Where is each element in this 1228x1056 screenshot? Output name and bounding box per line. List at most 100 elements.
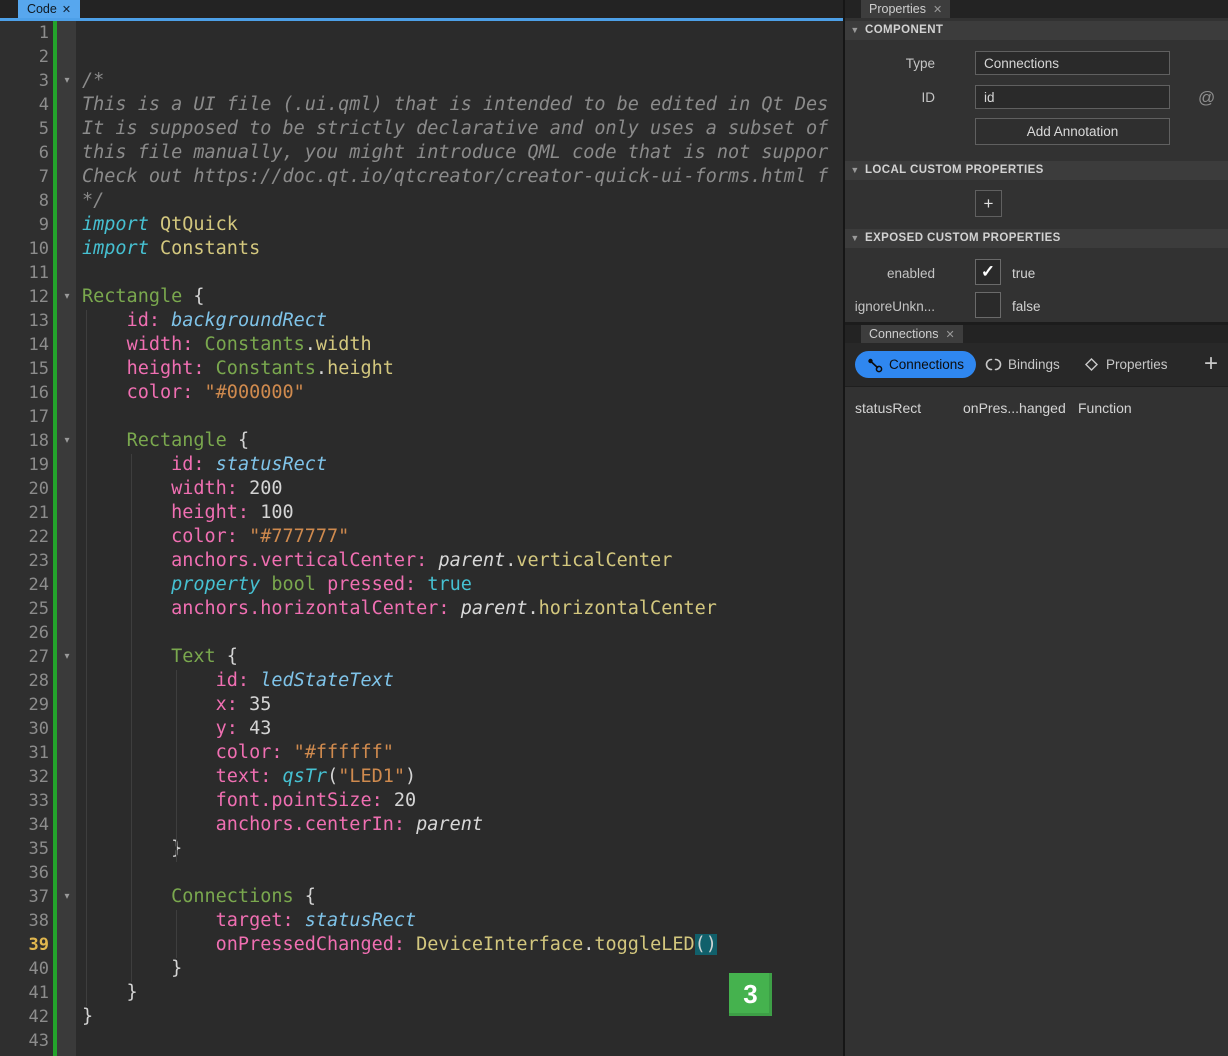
code-line[interactable]: id: statusRect — [76, 453, 843, 477]
line-number[interactable]: 4 — [3, 93, 49, 117]
line-number[interactable]: 23 — [3, 549, 49, 573]
code-line[interactable]: id: ledStateText — [76, 669, 843, 693]
fold-marker-icon[interactable]: ▾ — [60, 645, 74, 669]
line-number[interactable]: 32 — [3, 765, 49, 789]
line-number[interactable]: 37 — [3, 885, 49, 909]
code-line[interactable]: import Constants — [76, 237, 843, 261]
tab-code[interactable]: Code ✕ — [18, 0, 80, 18]
line-number[interactable]: 22 — [3, 525, 49, 549]
line-number[interactable]: 31 — [3, 741, 49, 765]
code-line[interactable]: Text { — [76, 645, 843, 669]
line-number[interactable]: 14 — [3, 333, 49, 357]
tab-properties[interactable]: Properties ✕ — [861, 0, 950, 18]
section-exposed-custom-properties[interactable]: ▼EXPOSED CUSTOM PROPERTIES — [845, 229, 1228, 248]
line-number[interactable]: 2 — [3, 45, 49, 69]
line-number[interactable]: 16 — [3, 381, 49, 405]
code-line[interactable]: color: "#777777" — [76, 525, 843, 549]
line-number[interactable]: 38 — [3, 909, 49, 933]
line-number[interactable]: 41 — [3, 981, 49, 1005]
line-number[interactable]: 1 — [3, 21, 49, 45]
line-number[interactable]: 39 — [3, 933, 49, 957]
code-line[interactable]: color: "#ffffff" — [76, 741, 843, 765]
code-line[interactable]: font.pointSize: 20 — [76, 789, 843, 813]
line-number[interactable]: 3 — [3, 69, 49, 93]
line-number[interactable]: 11 — [3, 261, 49, 285]
code-line[interactable] — [76, 21, 843, 45]
type-input[interactable]: Connections — [975, 51, 1170, 75]
code-line[interactable]: Check out https://doc.qt.io/qtcreator/cr… — [76, 165, 843, 189]
code-line[interactable] — [76, 1029, 843, 1053]
close-icon[interactable]: ✕ — [62, 3, 71, 16]
add-local-property-button[interactable]: + — [975, 190, 1002, 217]
code-line[interactable] — [76, 45, 843, 69]
code-line[interactable] — [76, 861, 843, 885]
line-number[interactable]: 30 — [3, 717, 49, 741]
code-line[interactable]: anchors.horizontalCenter: parent.horizon… — [76, 597, 843, 621]
toolbar-tab-bindings[interactable]: Bindings — [973, 351, 1072, 378]
connection-row[interactable]: statusRectonPres...hangedFunction — [845, 394, 1228, 422]
close-icon[interactable]: ✕ — [933, 3, 942, 16]
fold-marker-icon[interactable]: ▾ — [60, 285, 74, 309]
fold-marker-icon[interactable]: ▾ — [60, 429, 74, 453]
line-number[interactable]: 18 — [3, 429, 49, 453]
annotation-at-icon[interactable]: @ — [1198, 88, 1215, 108]
line-number[interactable]: 43 — [3, 1029, 49, 1053]
toolbar-tab-connections[interactable]: Connections — [855, 351, 976, 378]
code-line[interactable] — [76, 621, 843, 645]
code-line[interactable]: } — [76, 981, 843, 1005]
line-number[interactable]: 17 — [3, 405, 49, 429]
line-number[interactable]: 26 — [3, 621, 49, 645]
code-line[interactable]: id: backgroundRect — [76, 309, 843, 333]
code-line[interactable]: this file manually, you might introduce … — [76, 141, 843, 165]
line-number[interactable]: 28 — [3, 669, 49, 693]
code-line[interactable]: anchors.centerIn: parent — [76, 813, 843, 837]
line-number[interactable]: 8 — [3, 189, 49, 213]
line-number[interactable]: 12 — [3, 285, 49, 309]
line-number[interactable]: 34 — [3, 813, 49, 837]
enabled-checkbox[interactable]: ✓ — [975, 259, 1001, 285]
code-line[interactable]: x: 35 — [76, 693, 843, 717]
line-number[interactable]: 29 — [3, 693, 49, 717]
code-line[interactable]: width: 200 — [76, 477, 843, 501]
line-number[interactable]: 15 — [3, 357, 49, 381]
code-line[interactable]: } — [76, 957, 843, 981]
code-line[interactable]: */ — [76, 189, 843, 213]
fold-marker-icon[interactable]: ▾ — [60, 69, 74, 93]
line-number[interactable]: 6 — [3, 141, 49, 165]
line-number[interactable]: 10 — [3, 237, 49, 261]
add-connection-button[interactable]: + — [1197, 350, 1225, 378]
line-number[interactable]: 40 — [3, 957, 49, 981]
add-annotation-button[interactable]: Add Annotation — [975, 118, 1170, 145]
code-line[interactable]: Rectangle { — [76, 429, 843, 453]
code-line[interactable] — [76, 261, 843, 285]
line-number[interactable]: 35 — [3, 837, 49, 861]
code-line[interactable]: /* — [76, 69, 843, 93]
code-line[interactable]: width: Constants.width — [76, 333, 843, 357]
tab-connections[interactable]: Connections ✕ — [861, 325, 963, 343]
code-line[interactable]: property bool pressed: true — [76, 573, 843, 597]
line-number[interactable]: 36 — [3, 861, 49, 885]
line-number[interactable]: 20 — [3, 477, 49, 501]
line-number[interactable]: 7 — [3, 165, 49, 189]
line-number[interactable]: 25 — [3, 597, 49, 621]
code-line[interactable]: Rectangle { — [76, 285, 843, 309]
line-number[interactable]: 5 — [3, 117, 49, 141]
code-line[interactable]: height: Constants.height — [76, 357, 843, 381]
line-number[interactable]: 33 — [3, 789, 49, 813]
fold-marker-icon[interactable]: ▾ — [60, 885, 74, 909]
code-line[interactable] — [76, 405, 843, 429]
line-number[interactable]: 21 — [3, 501, 49, 525]
code-line[interactable]: y: 43 — [76, 717, 843, 741]
section-component[interactable]: ▼COMPONENT — [845, 21, 1228, 40]
toolbar-tab-properties[interactable]: Properties — [1071, 351, 1180, 378]
code-line[interactable]: target: statusRect — [76, 909, 843, 933]
line-number[interactable]: 24 — [3, 573, 49, 597]
code-line[interactable]: This is a UI file (.ui.qml) that is inte… — [76, 93, 843, 117]
line-number[interactable]: 9 — [3, 213, 49, 237]
code-line[interactable]: color: "#000000" — [76, 381, 843, 405]
code-line[interactable]: import QtQuick — [76, 213, 843, 237]
line-number[interactable]: 27 — [3, 645, 49, 669]
code-line[interactable]: anchors.verticalCenter: parent.verticalC… — [76, 549, 843, 573]
code-line[interactable]: text: qsTr("LED1") — [76, 765, 843, 789]
line-number[interactable]: 19 — [3, 453, 49, 477]
